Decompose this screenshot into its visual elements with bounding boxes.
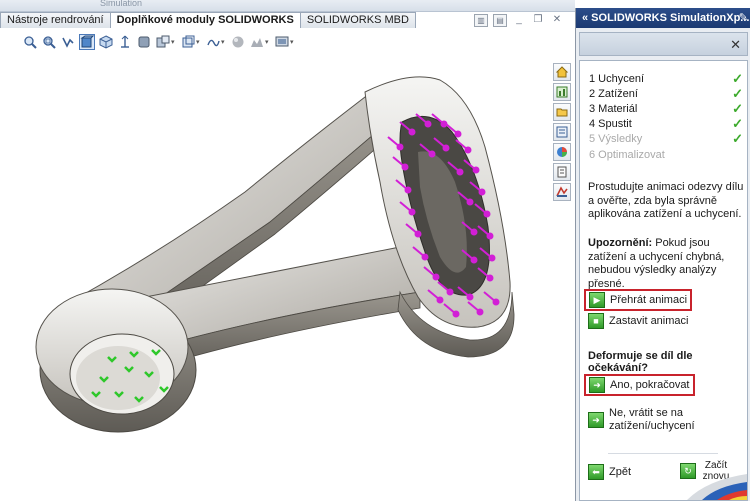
checkmark-icon: ✓ — [732, 85, 743, 101]
tile-vertical-icon[interactable]: ▤ — [493, 14, 507, 27]
command-manager-tabs: Nástroje rendrování Doplňkové moduly SOL… — [0, 12, 416, 28]
stop-icon: ■ — [588, 313, 604, 329]
tab-render-tools[interactable]: Nástroje rendrování — [0, 12, 111, 28]
task-pane-title[interactable]: « SOLIDWORKS SimulationXp... — [582, 12, 749, 24]
checkmark-icon: ✓ — [732, 116, 743, 132]
checkmark-icon: ✓ — [732, 131, 743, 147]
warning-label: Upozornění: — [588, 237, 653, 249]
step-run[interactable]: 4 Spustit ✓ — [589, 117, 743, 132]
chevron-down-icon[interactable]: ▾ — [171, 38, 177, 46]
step-label: 1 Uchycení — [589, 72, 645, 85]
minimize-icon[interactable]: _ — [512, 14, 526, 27]
checkmark-icon: ✓ — [732, 70, 743, 86]
play-icon: ▶ — [589, 292, 605, 308]
play-animation-button[interactable]: ▶ Přehrát animaci — [584, 289, 693, 311]
custom-properties-icon[interactable] — [553, 163, 571, 181]
warning-text: Upozornění: Pokud jsou zatížení a uchyce… — [588, 237, 744, 291]
zoom-to-area-icon[interactable] — [41, 34, 57, 50]
previous-view-icon[interactable] — [60, 34, 76, 50]
scene-icon[interactable] — [249, 34, 265, 50]
pin-icon[interactable]: ✎ — [739, 8, 748, 28]
question-heading: Deformuje se díl dle očekávání? — [588, 350, 693, 374]
appearances-icon[interactable] — [553, 143, 571, 161]
close-icon[interactable]: ✕ — [730, 37, 741, 53]
back-label: Zpět — [609, 466, 632, 478]
view-orientation-icon[interactable] — [98, 34, 114, 50]
simulationxpress-task-pane: « SOLIDWORKS SimulationXp... ✎ ✕ 1 Uchyc… — [575, 8, 750, 501]
back-button[interactable]: ⬅ Zpět — [588, 464, 631, 480]
tab-solidworks-mbd[interactable]: SOLIDWORKS MBD — [299, 12, 416, 28]
display-manager-icon[interactable] — [274, 34, 290, 50]
home-icon[interactable] — [553, 63, 571, 81]
yes-continue-label: Ano, pokračovat — [610, 379, 690, 391]
model-viewport[interactable] — [0, 52, 552, 501]
apply-scene-icon[interactable] — [180, 34, 196, 50]
step-material[interactable]: 3 Materiál ✓ — [589, 101, 743, 116]
arrow-right-icon: ➜ — [588, 412, 604, 428]
resources-icon[interactable] — [553, 83, 571, 101]
simulationxpress-icon[interactable] — [553, 183, 571, 201]
step-label: 4 Spustit — [589, 118, 632, 131]
task-pane-tabs — [553, 63, 571, 201]
checkmark-icon: ✓ — [732, 100, 743, 116]
section-view-icon[interactable] — [79, 34, 95, 50]
step-label: 2 Zatížení — [589, 87, 638, 100]
instruction-text: Prostudujte animaci odezvy dílu a ověřte… — [588, 181, 744, 220]
heads-up-view-toolbar: ▾ ▾ ▾ ▾ ▾ — [22, 33, 296, 51]
divider — [608, 453, 718, 454]
hide-show-items-icon[interactable] — [136, 34, 152, 50]
strip-label: Simulation — [100, 0, 143, 8]
tile-horizontal-icon[interactable]: ▥ — [474, 14, 488, 27]
window-controls: ▥ ▤ _ ❐ ✕ — [474, 14, 564, 27]
arrow-left-icon: ⬅ — [588, 464, 604, 480]
file-explorer-icon[interactable] — [553, 123, 571, 141]
task-pane-body: 1 Uchycení ✓ 2 Zatížení ✓ 3 Materiál ✓ 4… — [579, 60, 748, 501]
part-left-hole-shade — [76, 346, 160, 410]
step-loads[interactable]: 2 Zatížení ✓ — [589, 86, 743, 101]
edit-appearance-icon[interactable] — [155, 34, 171, 50]
step-optimize: 6 Optimalizovat — [589, 147, 743, 162]
stop-animation-label: Zastavit animaci — [609, 315, 689, 327]
stop-animation-button[interactable]: ■ Zastavit animaci — [588, 313, 688, 329]
step-results: 5 Výsledky ✓ — [589, 132, 743, 147]
simulation-thumbnail-icon — [687, 474, 747, 500]
no-return-label: Ne, vrátit se na zatížení/uchycení — [609, 407, 695, 432]
step-label: 5 Výsledky — [589, 133, 643, 146]
task-pane-header: « SOLIDWORKS SimulationXp... ✎ — [576, 8, 750, 28]
close-icon[interactable]: ✕ — [550, 14, 564, 27]
command-manager-strip: Simulation — [0, 0, 575, 12]
chevron-down-icon[interactable]: ▾ — [290, 38, 296, 46]
display-style-icon[interactable] — [117, 34, 133, 50]
restore-icon[interactable]: ❐ — [531, 14, 545, 27]
play-animation-label: Přehrát animaci — [610, 294, 688, 306]
arrow-right-icon: ➜ — [589, 377, 605, 393]
task-pane-subheader: ✕ — [579, 32, 748, 56]
no-return-button[interactable]: ➜ Ne, vrátit se na zatížení/uchycení — [588, 407, 719, 433]
view-settings-icon[interactable] — [205, 34, 221, 50]
step-label: 6 Optimalizovat — [589, 148, 665, 161]
yes-continue-button[interactable]: ➜ Ano, pokračovat — [584, 374, 695, 396]
step-label: 3 Materiál — [589, 102, 638, 115]
chevron-down-icon[interactable]: ▾ — [196, 38, 202, 46]
folder-icon[interactable] — [553, 103, 571, 121]
step-fixtures[interactable]: 1 Uchycení ✓ — [589, 71, 743, 86]
chevron-down-icon[interactable]: ▾ — [265, 38, 271, 46]
wizard-steps: 1 Uchycení ✓ 2 Zatížení ✓ 3 Materiál ✓ 4… — [589, 71, 743, 162]
zoom-to-fit-icon[interactable] — [22, 34, 38, 50]
tab-solidworks-addins[interactable]: Doplňkové moduly SOLIDWORKS — [109, 12, 301, 28]
appearance-sphere-icon[interactable] — [230, 34, 246, 50]
chevron-down-icon[interactable]: ▾ — [221, 38, 227, 46]
